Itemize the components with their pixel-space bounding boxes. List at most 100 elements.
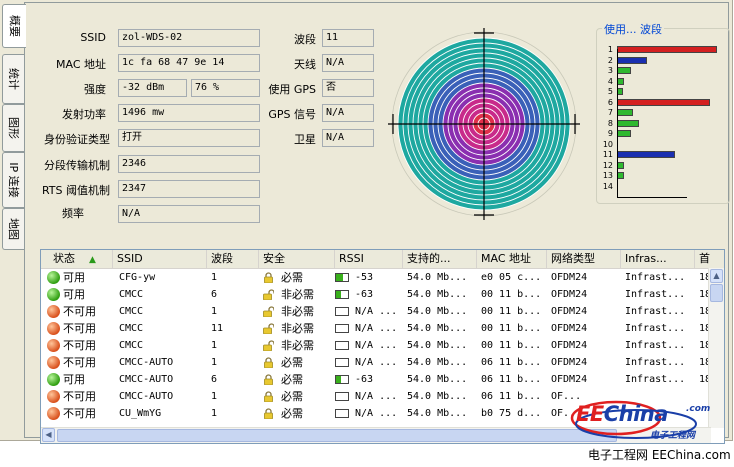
status-text: 不可用 — [63, 305, 96, 318]
mac-cell: 00 11 b... — [481, 323, 542, 334]
channel-cell: 6 — [211, 374, 218, 385]
auth-label: 身份验证类型 — [44, 133, 110, 146]
rssi-cell: -63 — [355, 374, 374, 385]
satellite-label: 卫星 — [294, 133, 316, 146]
channel-usage-baseline — [617, 197, 687, 198]
security-cell: 必需 — [281, 390, 303, 403]
status-indicator-icon — [47, 271, 60, 284]
rssi-cell: -53 — [355, 272, 374, 283]
network-type-cell: OFDM24 — [551, 374, 588, 385]
horizontal-scroll-thumb[interactable] — [57, 429, 617, 442]
channel-usage-bar — [617, 56, 647, 64]
status-text: 可用 — [63, 373, 85, 386]
logo-china: China — [603, 402, 669, 426]
channel-cell: 1 — [211, 272, 218, 283]
channel-number: 2 — [607, 55, 613, 65]
column-status[interactable]: 状态 ▲ — [41, 250, 113, 268]
table-row[interactable]: 不可用 CMCC 1 非必需 N/A ... 54.0 Mb... 00 11 b... OF… — [41, 337, 711, 354]
status-text: 不可用 — [63, 322, 96, 335]
ssid-cell: CMCC-AUTO — [119, 391, 174, 402]
scroll-left-arrow-icon[interactable]: ◀ — [42, 428, 55, 442]
infrastructure-cell: Infrast... — [625, 340, 686, 351]
tab-statistics[interactable]: 统计 — [2, 54, 24, 104]
channel-row: 14 — [601, 182, 725, 191]
tab-ip-connection-label: IP 连接 — [6, 162, 20, 198]
gps-use-field: 否 — [322, 79, 374, 97]
ssid-cell: CMCC — [119, 323, 144, 334]
ssid-cell: CMCC — [119, 289, 144, 300]
channel-number: 5 — [607, 87, 613, 96]
column-rssi[interactable]: RSSI — [335, 250, 403, 268]
tab-map[interactable]: 地图 — [2, 208, 24, 250]
channel-label: 波段 — [294, 33, 316, 46]
status-indicator-icon — [47, 322, 60, 335]
infrastructure-cell: Infrast... — [625, 289, 686, 300]
infrastructure-cell: Infrast... — [625, 306, 686, 317]
channel-number: 8 — [607, 118, 613, 128]
mac-cell: 00 11 b... — [481, 289, 542, 300]
security-cell: 非必需 — [281, 322, 314, 335]
auth-field: 打开 — [118, 129, 260, 147]
column-mac[interactable]: MAC 地址 — [477, 250, 547, 268]
status-indicator-icon — [47, 305, 60, 318]
lock-icon — [263, 408, 274, 420]
frequency-field: N/A — [118, 205, 260, 223]
rssi-bar-icon — [335, 273, 349, 282]
column-security[interactable]: 安全 — [259, 250, 335, 268]
table-row[interactable]: 可用 CMCC-AUTO 6 必需 -63 54.0 Mb... 06 11 b... OFD… — [41, 371, 711, 388]
rts-label: RTS 阈值机制 — [41, 184, 110, 197]
tab-summary[interactable]: 概要 — [2, 4, 26, 48]
channel-row: 9 — [601, 130, 725, 138]
mac-cell: b0 75 d... — [481, 408, 542, 419]
table-row[interactable]: 不可用 CMCC 1 非必需 N/A ... 54.0 Mb... 00 11 b... OF… — [41, 303, 711, 320]
status-text: 不可用 — [63, 407, 96, 420]
ssid-cell: CMCC-AUTO — [119, 374, 174, 385]
rssi-cell: N/A ... — [355, 408, 398, 419]
column-channel[interactable]: 波段 — [207, 250, 259, 268]
column-ssid[interactable]: SSID — [113, 250, 207, 268]
column-supported-rates[interactable]: 支持的... — [403, 250, 477, 268]
channel-row: 13 — [601, 172, 725, 180]
gps-use-label: 使用 GPS — [268, 83, 316, 96]
infrastructure-cell: Infrast... — [625, 323, 686, 334]
vertical-scroll-thumb[interactable] — [710, 284, 723, 302]
security-cell: 非必需 — [281, 339, 314, 352]
channel-usage-bar — [617, 67, 631, 74]
txpower-field: 1496 mw — [118, 104, 260, 122]
channel-number: 12 — [602, 160, 613, 170]
channel-row: 4 — [601, 76, 725, 86]
column-network-type[interactable]: 网络类型 — [547, 250, 621, 268]
rssi-cell: N/A ... — [355, 357, 398, 368]
strength-label: 强度 — [84, 83, 106, 96]
ssid-label: SSID — [80, 31, 106, 44]
rssi-cell: -63 — [355, 289, 374, 300]
channel-row: 11 — [601, 151, 725, 159]
column-infrastructure[interactable]: Infras... — [621, 250, 695, 268]
logo-wordmark: EEChina — [576, 402, 668, 426]
channel-usage-bar — [617, 109, 633, 116]
rssi-bar-icon — [335, 324, 349, 333]
tab-ip-connection[interactable]: IP 连接 — [2, 152, 24, 208]
tab-map-label: 地图 — [6, 218, 20, 240]
table-row[interactable]: 不可用 CMCC 11 非必需 N/A ... 54.0 Mb... 00 11 b... O… — [41, 320, 711, 337]
antenna-label: 天线 — [294, 58, 316, 71]
channel-usage-bar — [617, 46, 717, 53]
channel-number: 9 — [607, 129, 613, 138]
column-first-seen[interactable]: 首 — [695, 250, 724, 268]
channel-row: 6 — [601, 98, 725, 107]
channel-row: 5 — [601, 88, 725, 96]
table-row[interactable]: 可用 CMCC 6 非必需 -63 54.0 Mb... 00 11 b... OFDM24 I… — [41, 286, 711, 303]
security-cell: 非必需 — [281, 305, 314, 318]
rate-cell: 54.0 Mb... — [407, 408, 468, 419]
channel-row: 7 — [601, 109, 725, 117]
channel-row: 3 — [601, 67, 725, 75]
channel-number: 4 — [607, 76, 613, 86]
ssid-cell: CU_WmYG — [119, 408, 162, 419]
tab-graph[interactable]: 图形 — [2, 104, 24, 152]
network-list-header: 状态 ▲ SSID 波段 安全 RSSI 支持的... MAC 地址 网络类型 I… — [41, 250, 724, 269]
scroll-up-arrow-icon[interactable]: ▲ — [710, 269, 723, 283]
table-row[interactable]: 可用 CFG-yw 1 必需 -53 54.0 Mb... e0 05 c... OFDM24… — [41, 269, 711, 286]
mac-label: MAC 地址 — [56, 58, 106, 71]
channel-cell: 1 — [211, 391, 218, 402]
table-row[interactable]: 不可用 CMCC-AUTO 1 必需 N/A ... 54.0 Mb... 06 11 b.… — [41, 354, 711, 371]
